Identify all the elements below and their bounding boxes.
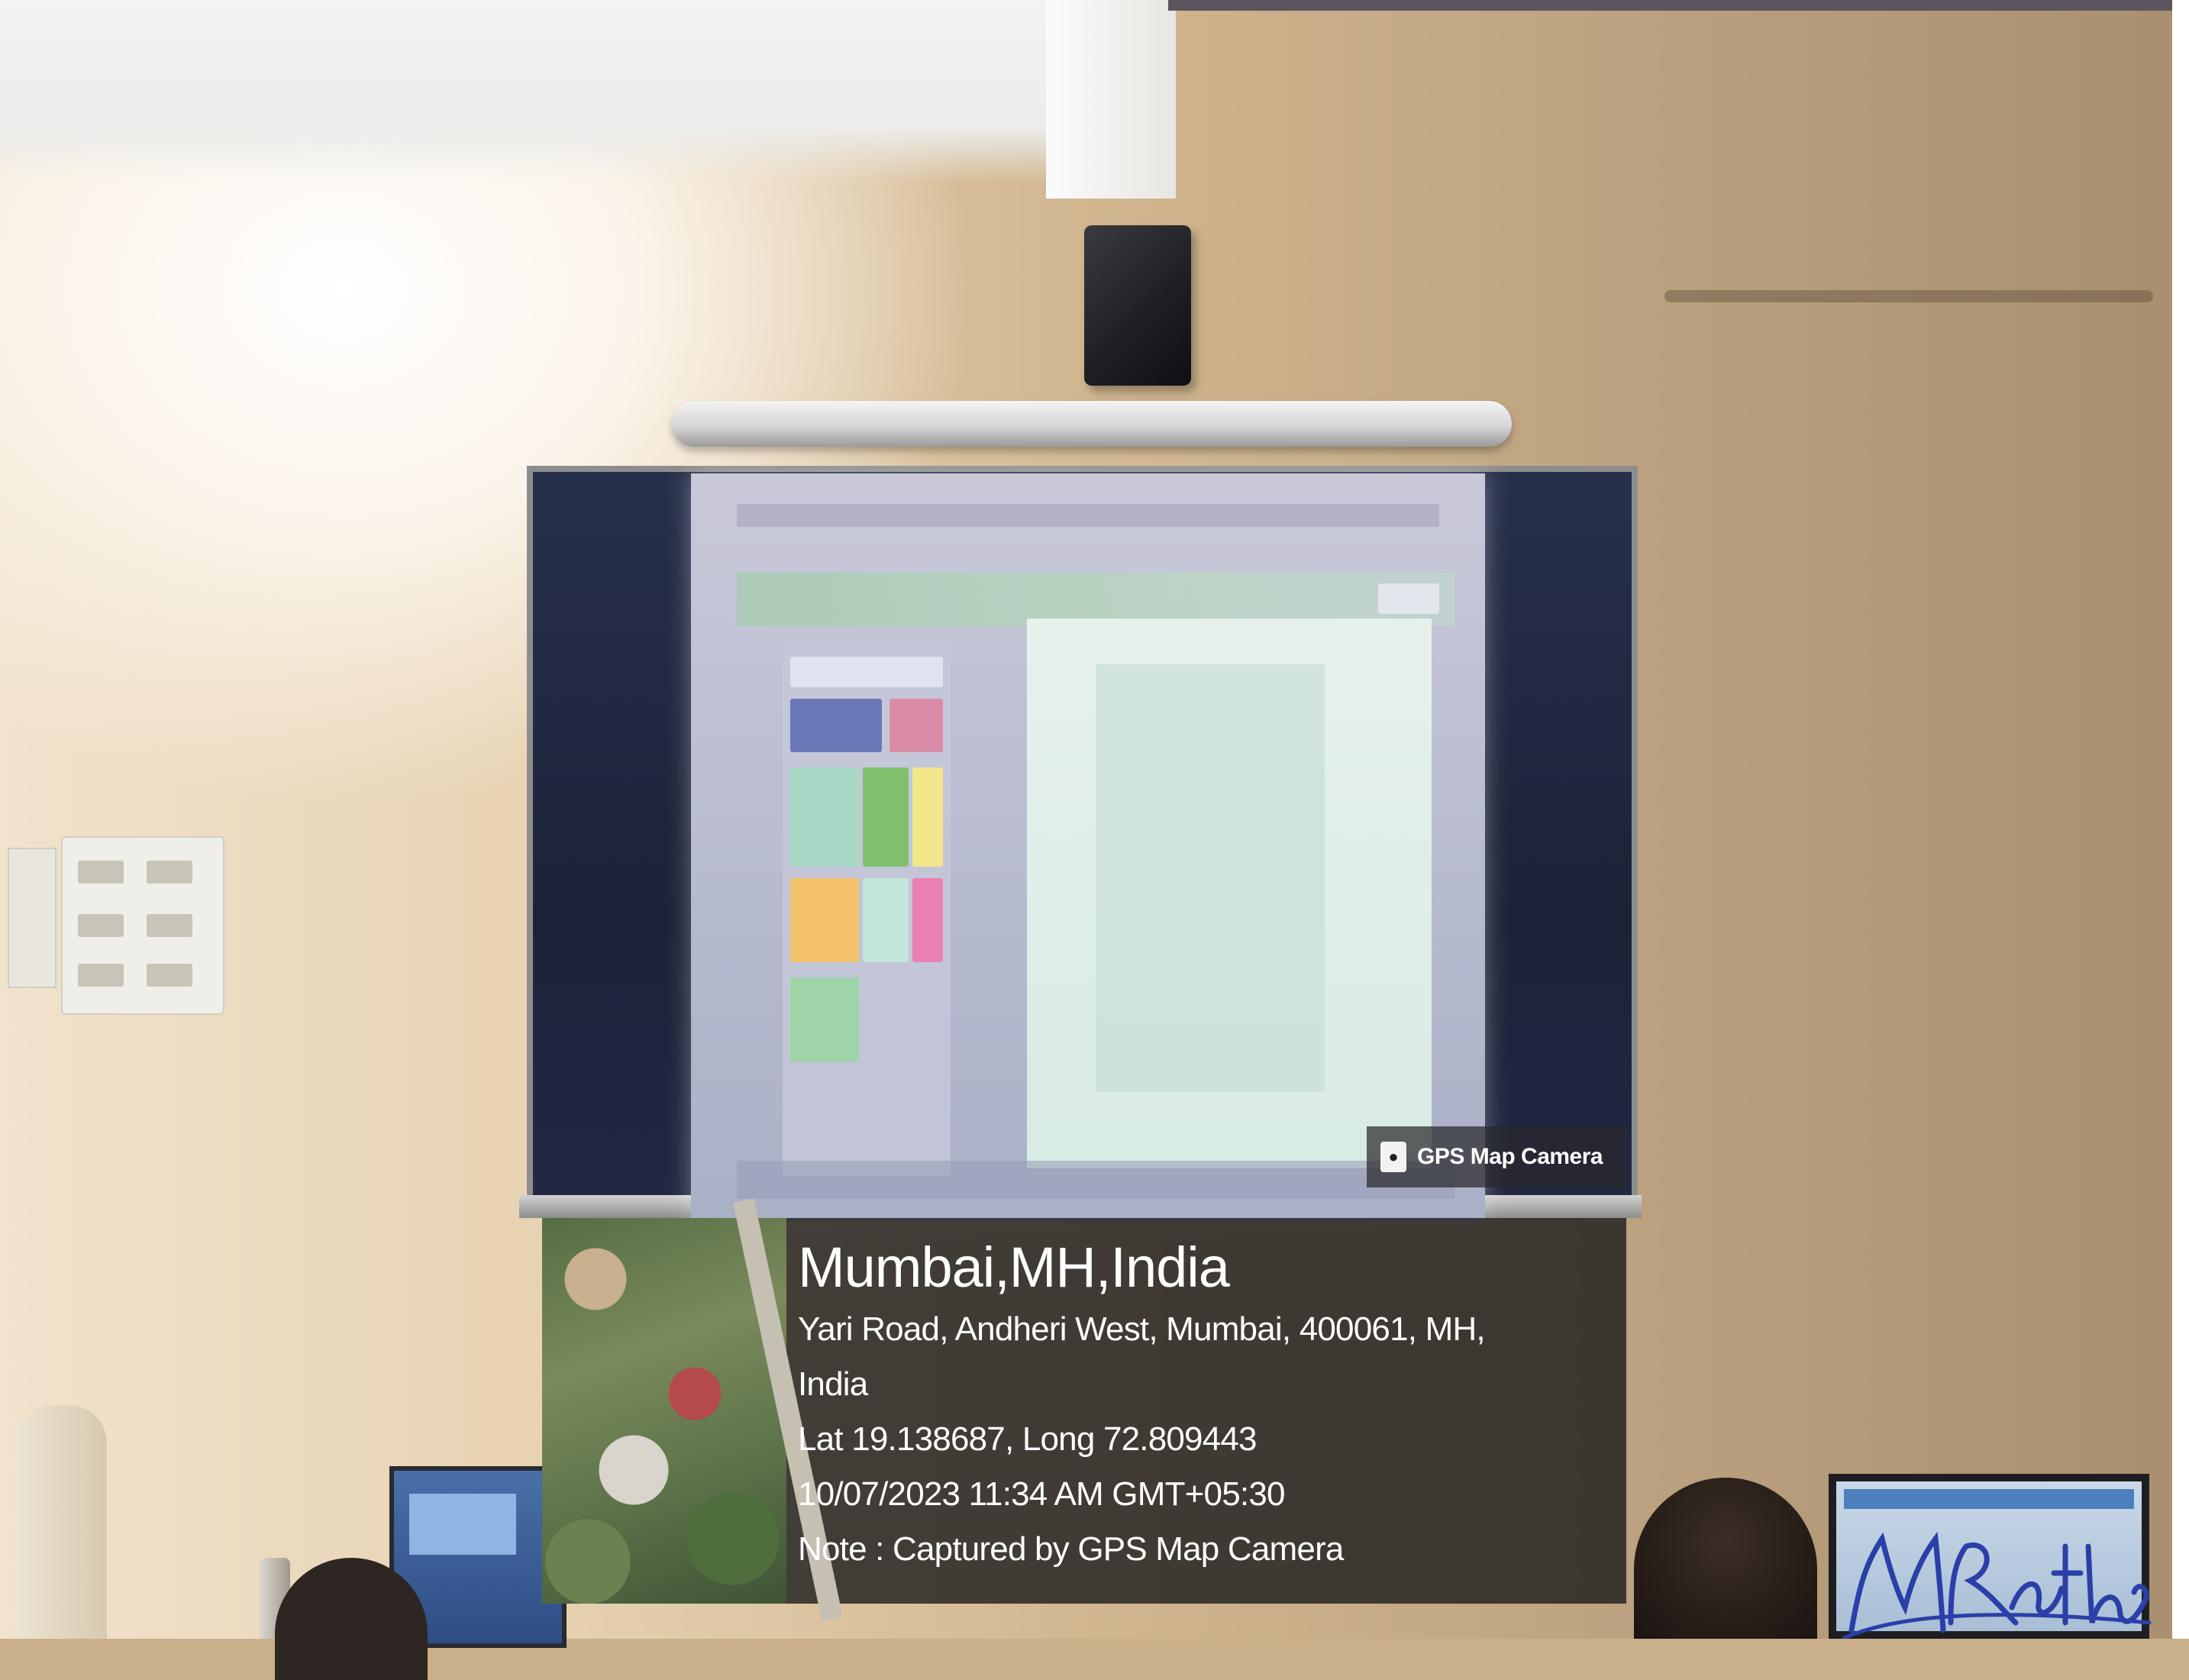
projected-tile <box>790 657 943 687</box>
projected-tile <box>912 878 943 962</box>
light-switch <box>147 964 192 987</box>
wall-stripe <box>1664 290 2153 302</box>
switchboard <box>61 836 224 1015</box>
gps-address-line: Yari Road, Andheri West, Mumbai, 400061,… <box>798 1310 1486 1348</box>
gps-brand-label: GPS Map Camera <box>1417 1144 1603 1169</box>
ceiling <box>0 0 1176 183</box>
wall-speaker <box>1084 225 1191 386</box>
projected-tile <box>912 767 943 867</box>
projected-tile <box>790 977 859 1061</box>
laptop-window <box>409 1494 516 1555</box>
projected-tile <box>863 878 909 962</box>
satellite-map-thumbnail <box>542 1198 843 1621</box>
projected-tile <box>790 878 859 962</box>
photo-border <box>2172 0 2189 1639</box>
projected-tile <box>889 699 943 752</box>
map-pin-icon: ● <box>1380 1142 1406 1172</box>
pillar <box>1046 0 1176 199</box>
projector-screen-roller <box>672 401 1512 447</box>
projected-title-bar <box>737 504 1439 527</box>
projected-tile <box>790 767 859 867</box>
monitor-toolbar <box>1844 1489 2134 1509</box>
projected-document-page <box>1096 664 1325 1092</box>
gps-coordinates: Lat 19.138687, Long 72.809443 <box>798 1420 1258 1458</box>
gps-stamp-text: Mumbai,MH,India Yari Road, Andheri West,… <box>798 1233 1607 1577</box>
projected-screen <box>691 473 1485 1222</box>
gps-address-line: India <box>798 1365 868 1403</box>
projected-tile-panel <box>783 641 951 1176</box>
light-switch <box>147 861 192 884</box>
wall-socket <box>8 848 57 988</box>
gps-note: Note : Captured by GPS Map Camera <box>798 1530 1344 1568</box>
light-switch <box>78 964 124 987</box>
handwritten-signature <box>1842 1531 2152 1639</box>
ceiling-edge <box>1168 0 2189 11</box>
gps-stamp-panel: Mumbai,MH,India Yari Road, Andheri West,… <box>542 1198 1626 1621</box>
projected-tile <box>790 699 882 752</box>
projected-tile <box>863 767 909 867</box>
projected-document <box>1027 619 1432 1168</box>
light-switch <box>78 914 124 937</box>
gps-city: Mumbai,MH,India <box>798 1236 1230 1299</box>
chair <box>15 1405 107 1639</box>
gps-datetime: 10/07/2023 11:34 AM GMT+05:30 <box>798 1475 1285 1513</box>
projected-header-button <box>1378 583 1439 614</box>
light-switch <box>147 914 192 937</box>
projected-taskbar <box>737 1161 1454 1199</box>
light-switch <box>78 861 124 884</box>
gps-brand-badge: ● GPS Map Camera <box>1367 1126 1626 1187</box>
